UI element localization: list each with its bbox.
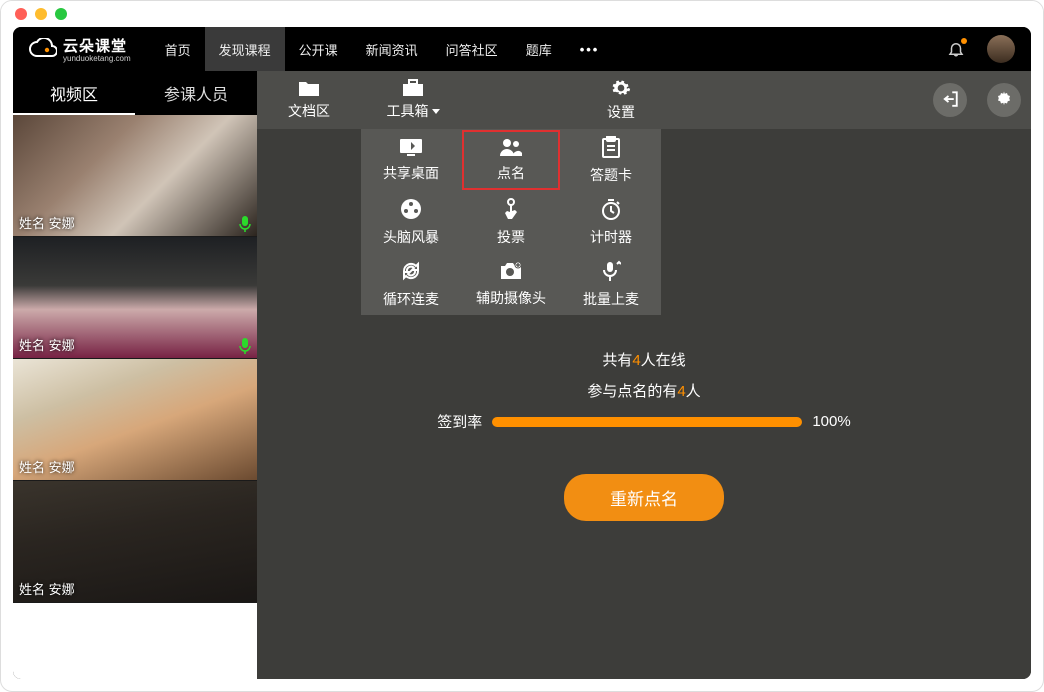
exit-icon [941, 90, 959, 111]
signin-rate-label: 签到率 [437, 411, 482, 432]
video-participant-name: 姓名 安娜 [19, 579, 75, 598]
nav-discover-courses[interactable]: 发现课程 [205, 27, 285, 71]
menu-answer-card[interactable]: 答题卡 [561, 129, 661, 191]
cloud-logo-icon [29, 38, 57, 60]
signin-progress-bar [492, 417, 802, 427]
touch-icon [501, 198, 521, 223]
nav-question-bank[interactable]: 题库 [512, 27, 566, 71]
doc-area-button[interactable]: 文档区 [257, 71, 361, 129]
camera-plus-icon [499, 261, 523, 284]
timer-icon [600, 198, 622, 223]
notifications-button[interactable] [947, 40, 965, 58]
online-count-text: 共有4人在线 [602, 349, 685, 370]
video-thumbnail [13, 603, 257, 679]
menu-label: 循环连麦 [383, 289, 439, 309]
content-toolbar: 文档区 工具箱 设置 [257, 71, 1031, 129]
menu-roll-call[interactable]: 点名 [461, 129, 561, 191]
folder-icon [298, 79, 320, 97]
signin-rate-row: 签到率 100% [437, 411, 850, 432]
tab-participants[interactable]: 参课人员 [135, 71, 257, 115]
briefcase-icon [402, 79, 424, 97]
menu-aux-camera[interactable]: 辅助摄像头 [461, 253, 561, 315]
maximize-window-button[interactable] [55, 8, 67, 20]
doc-area-label: 文档区 [288, 101, 330, 121]
menu-brainstorm[interactable]: 头脑风暴 [361, 191, 461, 253]
gear-icon [611, 78, 631, 98]
chevron-down-icon [432, 109, 440, 114]
menu-timer[interactable]: 计时器 [561, 191, 661, 253]
video-tile[interactable]: 姓名 安娜 [13, 115, 257, 237]
mic-on-icon [239, 338, 251, 354]
toolbox-label: 工具箱 [387, 101, 429, 121]
menu-label: 共享桌面 [383, 163, 439, 183]
mic-on-icon [239, 216, 251, 232]
menu-vote[interactable]: 投票 [461, 191, 561, 253]
video-participant-name: 姓名 安娜 [19, 213, 75, 232]
screen-share-icon [399, 138, 423, 159]
video-participant-name: 姓名 安娜 [19, 335, 75, 354]
nav-home[interactable]: 首页 [151, 27, 205, 71]
video-tile[interactable]: 姓名 安娜 [13, 237, 257, 359]
restart-rollcall-button[interactable]: 重新点名 [564, 474, 724, 521]
card-icon [601, 136, 621, 161]
menu-cycle-mic[interactable]: 循环连麦 [361, 253, 461, 315]
top-nav: 云朵课堂 yunduoketang.com 首页 发现课程 公开课 新闻资讯 问… [13, 27, 1031, 71]
nav-news[interactable]: 新闻资讯 [352, 27, 432, 71]
gear-icon [995, 90, 1013, 111]
tab-video-area[interactable]: 视频区 [13, 71, 135, 115]
window-titlebar [1, 1, 1043, 27]
brand-logo: 云朵课堂 yunduoketang.com [29, 35, 131, 63]
minimize-window-button[interactable] [35, 8, 47, 20]
menu-batch-mic[interactable]: 批量上麦 [561, 253, 661, 315]
toolbox-button[interactable]: 工具箱 [361, 71, 465, 129]
film-icon [400, 198, 422, 223]
video-participant-name: 姓名 安娜 [19, 457, 75, 476]
notification-dot [961, 38, 967, 44]
close-window-button[interactable] [15, 8, 27, 20]
nav-qa-community[interactable]: 问答社区 [432, 27, 512, 71]
toolbox-menu: 共享桌面 点名 答题卡 头脑风暴 [361, 129, 661, 315]
people-icon [499, 138, 523, 159]
brand-name: 云朵课堂 [63, 35, 131, 56]
cycle-icon [400, 260, 422, 285]
video-list: 姓名 安娜 姓名 安娜 姓名 安娜 姓名 安娜 [13, 115, 257, 679]
settings-gear-button[interactable] [987, 83, 1021, 117]
menu-label: 点名 [497, 163, 525, 183]
participated-count-text: 参与点名的有4人 [587, 380, 700, 401]
signin-rate-value: 100% [812, 413, 850, 430]
main-content: 文档区 工具箱 设置 [257, 71, 1031, 679]
menu-label: 计时器 [590, 227, 632, 247]
menu-share-screen[interactable]: 共享桌面 [361, 129, 461, 191]
mic-up-icon [601, 260, 621, 285]
settings-label: 设置 [607, 102, 635, 122]
exit-button[interactable] [933, 83, 967, 117]
user-avatar[interactable] [987, 35, 1015, 63]
menu-label: 答题卡 [590, 165, 632, 185]
video-tile[interactable]: 姓名 安娜 [13, 481, 257, 603]
brand-subtitle: yunduoketang.com [63, 54, 131, 63]
menu-label: 头脑风暴 [383, 227, 439, 247]
menu-label: 批量上麦 [583, 289, 639, 309]
video-tile[interactable]: 姓名 安娜 [13, 359, 257, 481]
settings-button[interactable]: 设置 [569, 71, 673, 129]
nav-more-button[interactable]: ••• [566, 42, 614, 57]
left-sidebar: 视频区 参课人员 姓名 安娜 姓名 安娜 [13, 71, 257, 679]
menu-label: 投票 [497, 227, 525, 247]
menu-label: 辅助摄像头 [476, 288, 546, 308]
nav-open-courses[interactable]: 公开课 [285, 27, 352, 71]
video-tile[interactable] [13, 603, 257, 679]
